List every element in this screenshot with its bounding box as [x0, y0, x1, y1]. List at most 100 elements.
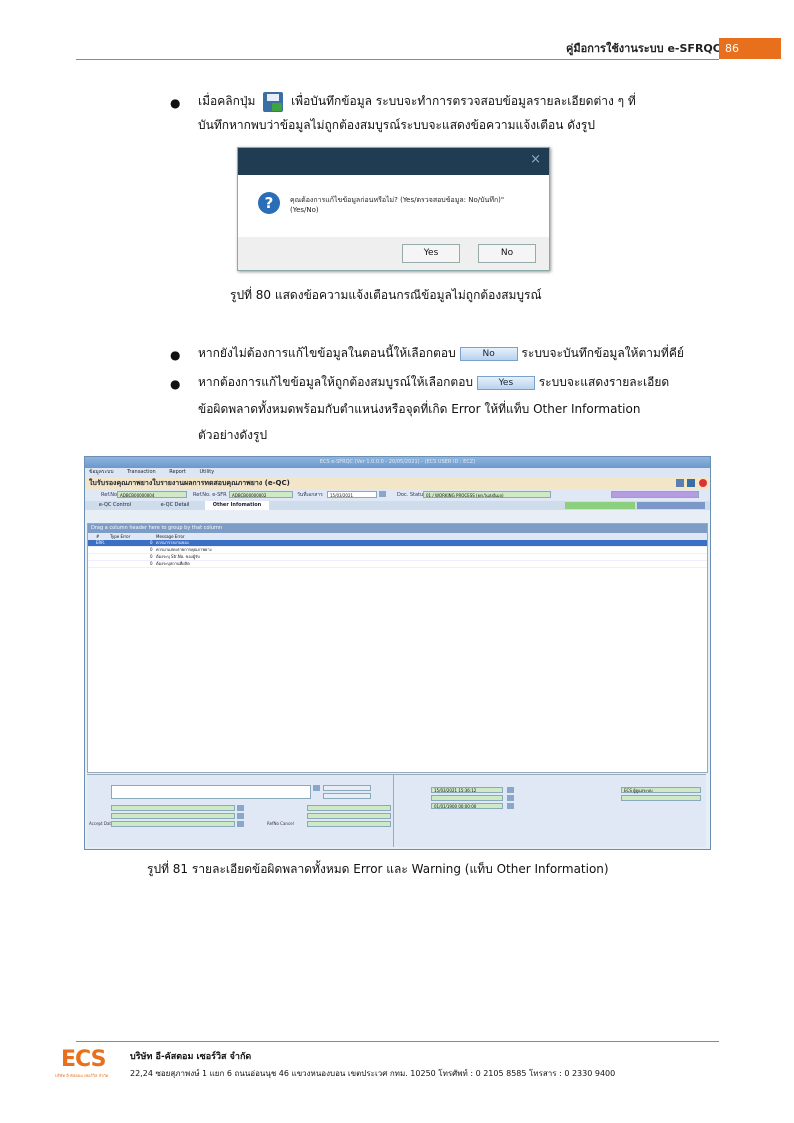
form-title-text: ใบรับรองคุณภาพยางใบรายงานผลการทดสอบคุณภา…: [89, 479, 290, 487]
calendar-icon[interactable]: [507, 787, 514, 793]
by-field-1[interactable]: [307, 805, 391, 811]
bottom-panel: Accept Date RefNo Cancel 15/03/2021 15:3…: [87, 774, 706, 847]
section1-text-a: เมื่อคลิกปุ่ม: [198, 94, 256, 108]
row-num: 0: [150, 540, 153, 545]
refno-sfr-label: Ref.No. e-SFR: [193, 492, 227, 498]
panel-button[interactable]: [323, 793, 371, 799]
row-num: 0: [150, 561, 153, 566]
form-title: ใบรับรองคุณภาพยางใบรายงานผลการทดสอบคุณภา…: [85, 477, 710, 489]
app-window: ECS e-SFRQC (Ver 1.0.0.0 - 20/05/2021) -…: [84, 456, 711, 850]
section1-line1: เมื่อคลิกปุ่ม เพื่อบันทึกข้อมูล ระบบจะทำ…: [198, 90, 636, 112]
doc-status-label: Doc. Status: [397, 492, 426, 498]
section2-b2-text-a: หากต้องการแก้ไขข้อมูลให้ถูกต้องสมบูรณ์ให…: [198, 375, 474, 389]
row-num: 0: [150, 554, 153, 559]
close-icon[interactable]: [699, 479, 707, 487]
app-form-row: Ref.No ADBCB00000004 Ref.No. e-SFR ADBCB…: [85, 489, 710, 501]
table-row[interactable]: ERR. 0 ควรมารายงานของ: [88, 540, 707, 547]
dialog-titlebar: ×: [238, 148, 549, 175]
blue-action-button[interactable]: [637, 502, 705, 509]
row-msg: ต้องระบุสถานที่ผลิต: [156, 561, 190, 566]
green-action-button[interactable]: [565, 502, 635, 509]
row-num: 0: [150, 547, 153, 552]
table-row[interactable]: 0 ควรมาแสดงรายการคุณภาพยาง: [88, 547, 707, 554]
date-field[interactable]: 15/03/2021: [327, 491, 377, 498]
yes-button[interactable]: Yes: [402, 244, 460, 263]
print-icon[interactable]: [676, 479, 684, 487]
refno-cancel-field[interactable]: [307, 821, 391, 827]
modified-datetime-field[interactable]: [431, 795, 503, 801]
remark-field[interactable]: [111, 785, 311, 799]
modified-by-field[interactable]: [621, 795, 701, 801]
date-field-1[interactable]: [111, 805, 235, 811]
app-titlebar: ECS e-SFRQC (Ver 1.0.0.0 - 20/05/2021) -…: [85, 457, 710, 468]
calendar-icon[interactable]: [507, 795, 514, 801]
footer-address: 22,24 ซอยสุภาพงษ์ 1 แยก 6 ถนนอ่อนนุช 46 …: [130, 1069, 616, 1078]
row-msg: ควรมาแสดงรายการคุณภาพยาง: [156, 547, 212, 552]
menu-item-report[interactable]: Report: [169, 469, 186, 475]
col-num[interactable]: #: [96, 533, 99, 540]
calendar-icon[interactable]: [237, 805, 244, 811]
panel-button[interactable]: [323, 785, 371, 791]
menu-item-system[interactable]: ข้อมูลระบบ: [89, 469, 114, 475]
company-logo: ECS: [61, 1047, 106, 1072]
refno-cancel-label: RefNo Cancel: [267, 821, 294, 826]
table-row[interactable]: 0 ต้องระบุสถานที่ผลิต: [88, 561, 707, 568]
row-type: ERR.: [96, 540, 106, 545]
accept-date-field[interactable]: [111, 821, 235, 827]
menu-item-transaction[interactable]: Transaction: [127, 469, 156, 475]
row-msg: ควรมารายงานของ: [156, 540, 189, 545]
app-menubar: ข้อมูลระบบ Transaction Report Utility: [85, 468, 710, 477]
by-field-2[interactable]: [307, 813, 391, 819]
page-number: 86: [719, 38, 781, 59]
table-row[interactable]: 0 ต้องระบุ Str.No. ของผู้รับ: [88, 554, 707, 561]
section2-line2: หากต้องการแก้ไขข้อมูลให้ถูกต้องสมบูรณ์ให…: [198, 371, 669, 393]
created-datetime-field[interactable]: 15/03/2021 15:36:12: [431, 787, 503, 793]
user-field[interactable]: ECS ผู้ดูแลระบบ: [621, 787, 701, 793]
tab-strip: e-QC Control e-QC Detail Other Infomatio…: [85, 501, 710, 510]
question-icon: ?: [258, 192, 280, 214]
refno-field[interactable]: ADBCB00000004: [117, 491, 187, 498]
footer-company: บริษัท อี-คัสตอม เซอร์วิส จำกัด: [130, 1052, 252, 1062]
refno-sfr-field[interactable]: ADBCB00000002: [229, 491, 293, 498]
section2-line3: ข้อผิดพลาดทั้งหมดพร้อมกับตำแหน่งหรือจุดท…: [198, 402, 641, 416]
col-message-error[interactable]: Message Error: [156, 533, 185, 540]
date-field-2[interactable]: [111, 813, 235, 819]
tab-eqc-detail[interactable]: e-QC Detail: [145, 501, 205, 510]
no-button-inline: No: [459, 346, 518, 361]
figure81-caption: รูปที่ 81 รายละเอียดข้อผิดพลาดทั้งหมด Er…: [147, 862, 609, 876]
section2-b2-text-b: ระบบจะแสดงรายละเอียด: [538, 375, 670, 389]
yes-button-inline: Yes: [476, 375, 535, 390]
calendar-icon[interactable]: [313, 785, 320, 791]
confirm-dialog: × ? คุณต้องการแก้ไขข้อมูลก่อนหรือไม่? (Y…: [237, 147, 550, 271]
section2-line4: ตัวอย่างดังรูป: [198, 428, 268, 442]
calendar-icon[interactable]: [507, 803, 514, 809]
sent-datetime-field[interactable]: 01/01/1900 00:00:00: [431, 803, 503, 809]
section1-line2: บันทึกหากพบว่าข้อมูลไม่ถูกต้องสมบูรณ์ระบ…: [198, 118, 595, 132]
bottom-left-panel: Accept Date RefNo Cancel: [87, 775, 394, 847]
save-icon[interactable]: [687, 479, 695, 487]
footer-rule: [76, 1041, 719, 1042]
accept-date-label: Accept Date: [89, 821, 114, 826]
calendar-icon[interactable]: [237, 821, 244, 827]
tab-other-information[interactable]: Other Infomation: [205, 501, 269, 510]
status-field[interactable]: [611, 491, 699, 498]
no-button[interactable]: No: [478, 244, 536, 263]
doc-status-field[interactable]: 01 / WORKING PROCESS (ยกเว้นส่งอีเมล): [423, 491, 551, 498]
date-label: วันที่เอกสาร: [297, 492, 323, 498]
col-type-error[interactable]: Type Error: [110, 533, 130, 540]
logo-subtext: บริษัท อี-คัสตอม เซอร์วิส จำกัด: [55, 1073, 109, 1078]
bottom-right-panel: 15/03/2021 15:36:12 01/01/1900 00:00:00 …: [395, 775, 705, 847]
bullet-dot: ●: [170, 377, 181, 391]
menu-item-utility[interactable]: Utility: [199, 469, 214, 475]
tab-eqc-control[interactable]: e-QC Control: [85, 501, 145, 510]
close-icon[interactable]: ×: [530, 152, 541, 167]
figure80-caption: รูปที่ 80 แสดงข้อความแจ้งเตือนกรณีข้อมูล…: [230, 288, 542, 302]
calendar-icon[interactable]: [237, 813, 244, 819]
bullet-dot: ●: [170, 96, 181, 110]
calendar-icon[interactable]: [379, 491, 386, 497]
header-rule: [76, 59, 719, 60]
section2-b1-text-b: ระบบจะบันทึกข้อมูลให้ตามที่คีย์: [521, 346, 684, 360]
dialog-message: คุณต้องการแก้ไขข้อมูลก่อนหรือไม่? (Yes/ต…: [290, 195, 504, 215]
error-grid: Drag a column header here to group by th…: [87, 523, 708, 773]
group-by-panel: Drag a column header here to group by th…: [88, 524, 707, 533]
